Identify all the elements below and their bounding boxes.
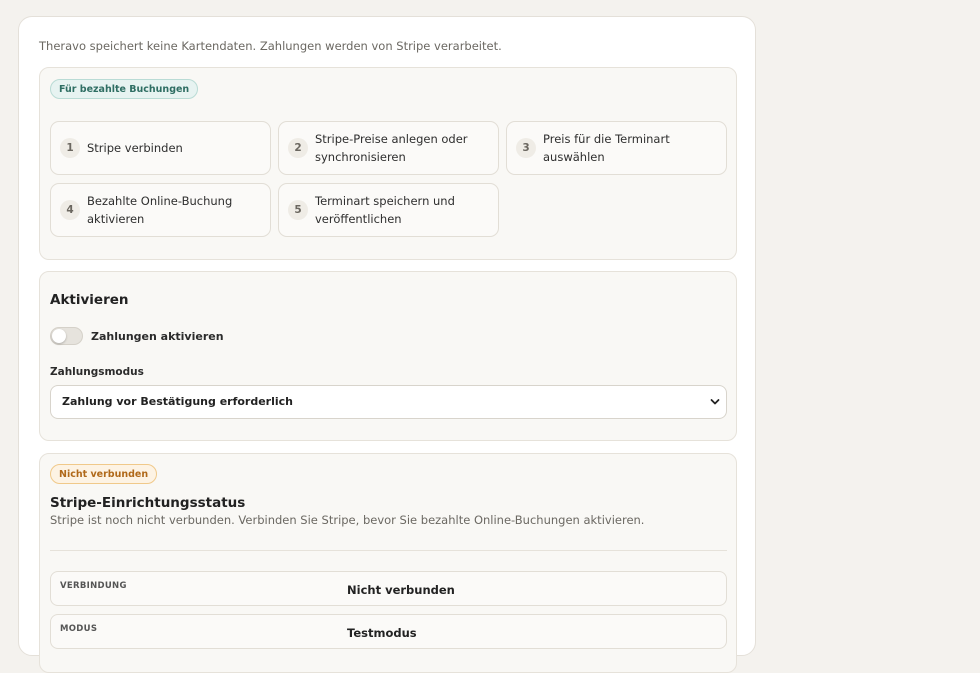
step-number: 2 xyxy=(288,138,308,158)
activate-panel: Aktivieren Zahlungen aktivieren Zahlungs… xyxy=(39,271,737,441)
step-number: 3 xyxy=(516,138,536,158)
activate-title: Aktivieren xyxy=(50,292,129,308)
stripe-status-title: Stripe-Einrichtungsstatus xyxy=(50,495,246,511)
step-label: Bezahlte Online-Buchung aktivieren xyxy=(87,194,233,226)
not-connected-badge: Nicht verbunden xyxy=(50,464,158,484)
row-key: VERBINDUNG xyxy=(60,581,127,591)
chevron-down-icon xyxy=(710,399,720,405)
step-number: 1 xyxy=(60,138,80,158)
intro-text: Theravo speichert keine Kartendaten. Zah… xyxy=(39,39,502,53)
setup-step-4: 4 Bezahlte Online-Buchung aktivieren xyxy=(50,183,271,237)
stripe-status-panel: Nicht verbunden Stripe-Einrichtungsstatu… xyxy=(39,453,737,673)
step-label: Preis für die Terminart auswählen xyxy=(543,132,670,164)
status-row-mode: MODUS Testmodus xyxy=(50,614,727,649)
payments-toggle-label[interactable]: Zahlungen aktivieren xyxy=(91,330,224,343)
status-row-connection: VERBINDUNG Nicht verbunden xyxy=(50,571,727,606)
row-value: Testmodus xyxy=(347,626,417,640)
step-label: Stripe verbinden xyxy=(87,141,183,155)
stripe-status-description: Stripe ist noch nicht verbunden. Verbind… xyxy=(50,513,645,527)
toggle-knob xyxy=(52,329,66,343)
payment-mode-select[interactable]: Zahlung vor Bestätigung erforderlich xyxy=(50,385,727,419)
setup-step-5: 5 Terminart speichern und veröffentliche… xyxy=(278,183,499,237)
step-number: 4 xyxy=(60,200,80,220)
payment-mode-label: Zahlungsmodus xyxy=(50,366,144,378)
divider xyxy=(50,550,727,551)
setup-step-3: 3 Preis für die Terminart auswählen xyxy=(506,121,727,175)
step-label: Terminart speichern und veröffentlichen xyxy=(315,194,455,226)
payments-settings-card: Theravo speichert keine Kartendaten. Zah… xyxy=(18,16,756,673)
setup-steps-panel: Für bezahlte Buchungen 1 Stripe verbinde… xyxy=(39,67,737,260)
step-number: 5 xyxy=(288,200,308,220)
step-label: Stripe-Preise anlegen oder synchronisier… xyxy=(315,132,468,164)
paid-bookings-badge: Für bezahlte Buchungen xyxy=(50,79,199,99)
row-key: MODUS xyxy=(60,624,98,634)
payment-mode-value: Zahlung vor Bestätigung erforderlich xyxy=(62,395,293,408)
payments-toggle[interactable] xyxy=(50,327,83,345)
setup-step-1: 1 Stripe verbinden xyxy=(50,121,271,175)
row-value: Nicht verbunden xyxy=(347,583,455,597)
setup-step-2: 2 Stripe-Preise anlegen oder synchronisi… xyxy=(278,121,499,175)
